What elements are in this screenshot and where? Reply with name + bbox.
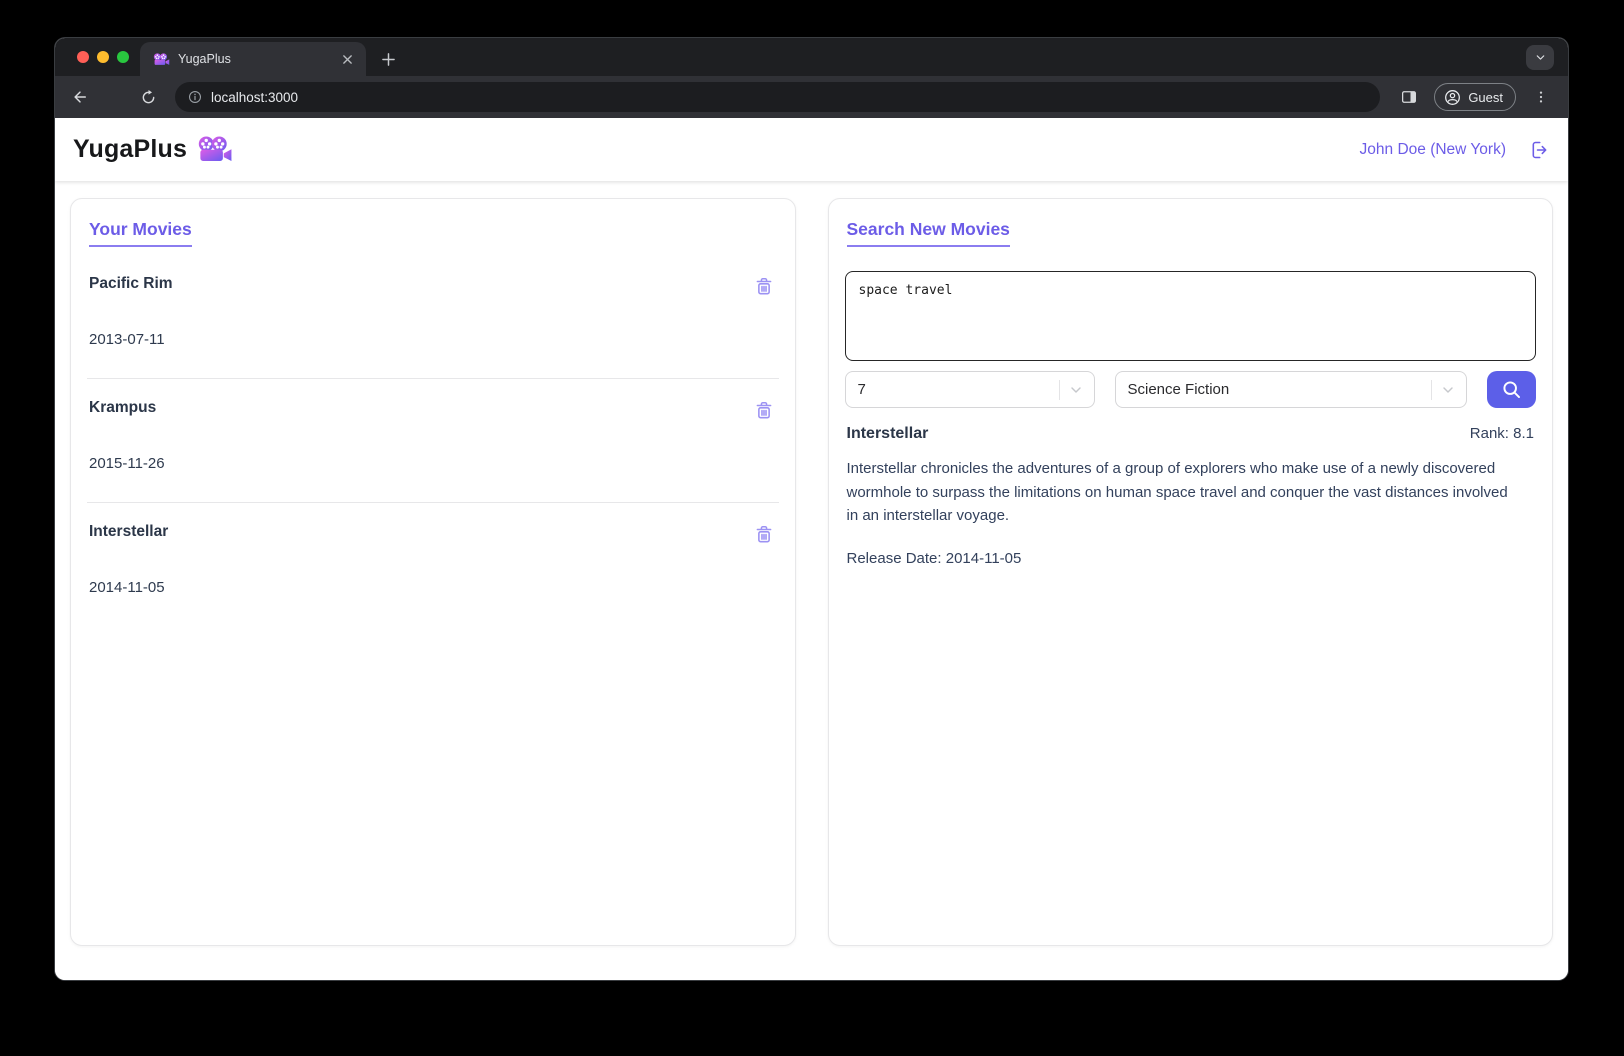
your-movies-heading: Your Movies — [89, 219, 192, 247]
new-tab-button[interactable] — [374, 45, 402, 73]
browser-toolbar: localhost:3000 Guest — [55, 76, 1568, 118]
browser-window: YugaPlus — [55, 38, 1568, 980]
desktop-background: YugaPlus — [0, 0, 1624, 1056]
chevron-down-icon — [1440, 382, 1456, 398]
close-window-button[interactable] — [77, 51, 89, 63]
tab-title: YugaPlus — [178, 52, 330, 66]
result-release-date: Release Date: 2014-11-05 — [845, 550, 1537, 567]
list-item: Krampus 2015-11-26 — [87, 379, 779, 503]
search-button[interactable] — [1487, 371, 1536, 408]
search-icon — [1501, 379, 1522, 400]
movie-date: 2013-07-11 — [89, 331, 777, 348]
delete-movie-button[interactable] — [753, 523, 775, 545]
chevron-down-icon — [1068, 382, 1084, 398]
main-area: Your Movies Pacific Rim 2013-07-11 Kram — [55, 181, 1568, 980]
guest-profile-button[interactable]: Guest — [1434, 83, 1516, 111]
user-profile-link[interactable]: John Doe (New York) — [1360, 141, 1506, 159]
header-right: John Doe (New York) — [1360, 139, 1550, 161]
your-movies-panel: Your Movies Pacific Rim 2013-07-11 Kram — [70, 198, 796, 946]
logout-icon — [1528, 139, 1550, 161]
select-divider — [1059, 380, 1060, 400]
page-content: YugaPlus John Doe (New York) Y — [55, 118, 1568, 980]
tab-strip: YugaPlus — [55, 38, 1568, 76]
tab-search-button[interactable] — [1526, 45, 1554, 70]
site-info-icon[interactable] — [187, 89, 203, 105]
genre-select[interactable]: Science Fiction — [1115, 371, 1468, 408]
url-text: localhost:3000 — [211, 90, 298, 105]
tab-close-icon[interactable] — [338, 50, 356, 68]
app-header: YugaPlus John Doe (New York) — [55, 118, 1568, 181]
search-query-input[interactable]: space travel — [845, 271, 1537, 361]
delete-movie-button[interactable] — [753, 399, 775, 421]
genre-select-value: Science Fiction — [1128, 381, 1432, 398]
movie-title: Pacific Rim — [89, 275, 173, 293]
rank-select[interactable]: 7 — [845, 371, 1095, 408]
list-item: Interstellar 2014-11-05 — [87, 503, 779, 626]
select-divider — [1431, 380, 1432, 400]
forward-button[interactable] — [99, 82, 129, 112]
result-rank: Rank: 8.1 — [1470, 425, 1534, 442]
traffic-lights — [77, 51, 129, 63]
minimize-window-button[interactable] — [97, 51, 109, 63]
tab-favicon-camera-icon — [153, 53, 170, 66]
list-item: Pacific Rim 2013-07-11 — [87, 255, 779, 379]
movie-camera-icon — [197, 136, 233, 163]
logout-button[interactable] — [1528, 139, 1550, 161]
browser-menu-button[interactable] — [1526, 82, 1556, 112]
back-button[interactable] — [65, 82, 95, 112]
brand: YugaPlus — [73, 135, 233, 164]
movie-title: Krampus — [89, 399, 156, 417]
page-title: YugaPlus — [73, 135, 187, 164]
trash-icon — [753, 523, 775, 545]
address-bar[interactable]: localhost:3000 — [175, 82, 1380, 112]
guest-label: Guest — [1468, 90, 1503, 105]
result-header: Interstellar Rank: 8.1 — [845, 425, 1537, 443]
browser-tab-yugaplus[interactable]: YugaPlus — [140, 42, 366, 76]
side-panel-button[interactable] — [1394, 82, 1424, 112]
result-description: Interstellar chronicles the adventures o… — [845, 457, 1517, 528]
trash-icon — [753, 399, 775, 421]
movie-date: 2014-11-05 — [89, 579, 777, 596]
movie-title: Interstellar — [89, 523, 168, 541]
zoom-window-button[interactable] — [117, 51, 129, 63]
movie-date: 2015-11-26 — [89, 455, 777, 472]
reload-button[interactable] — [133, 82, 163, 112]
search-panel: Search New Movies space travel 7 Science… — [828, 198, 1554, 946]
delete-movie-button[interactable] — [753, 275, 775, 297]
avatar-icon — [1443, 88, 1462, 107]
rank-select-value: 7 — [858, 381, 1059, 398]
trash-icon — [753, 275, 775, 297]
result-movie-title: Interstellar — [847, 425, 929, 443]
search-controls: 7 Science Fiction — [845, 371, 1537, 408]
search-heading: Search New Movies — [847, 219, 1010, 247]
